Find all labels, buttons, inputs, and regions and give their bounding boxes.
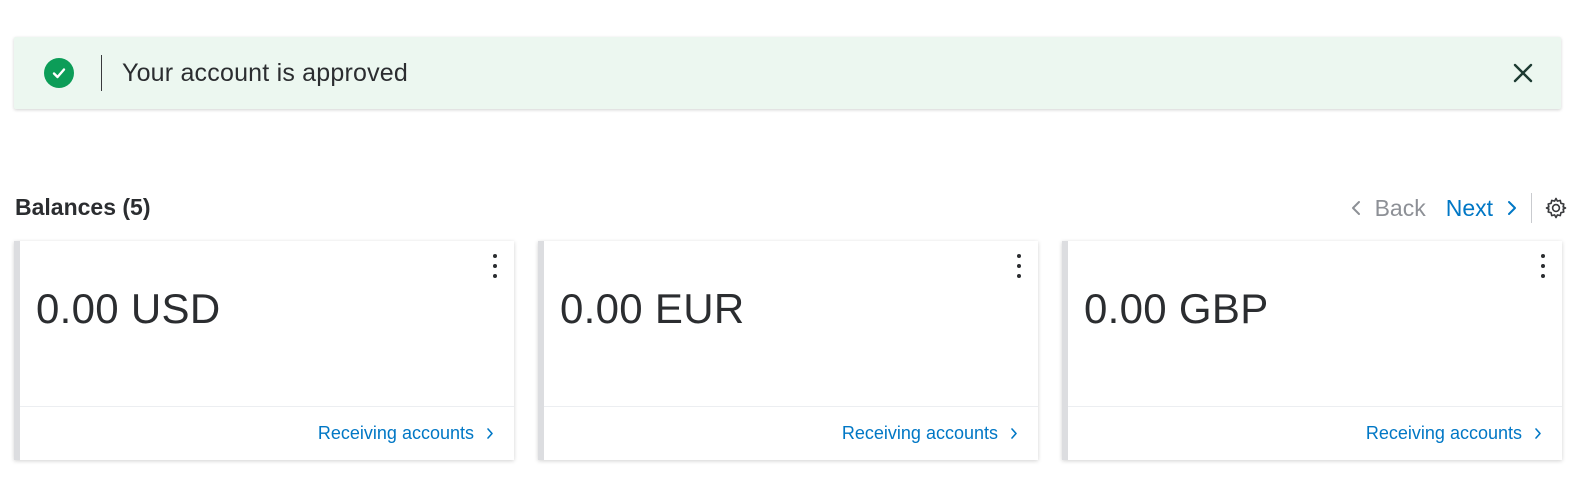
kebab-dot (493, 274, 497, 278)
balances-title: Balances (5) (15, 194, 151, 220)
chevron-right-icon (1508, 201, 1516, 215)
receiving-accounts-label: Receiving accounts (317, 423, 474, 443)
back-label: Back (1374, 194, 1426, 221)
kebab-dot (493, 254, 497, 258)
balance-card-eur: 0.00 EUR Receiving accounts (538, 241, 1038, 460)
chevron-right-icon (487, 428, 493, 439)
chevron-right-icon (1535, 428, 1541, 439)
page: Your account is approved Balances (5) Ba… (0, 0, 1576, 483)
kebab-dot (1017, 274, 1021, 278)
settings-button[interactable] (1542, 194, 1570, 222)
balances-pager: Back Next (1351, 190, 1576, 226)
balance-amount: 0.00 GBP (1084, 285, 1269, 332)
card-menu-button[interactable] (486, 251, 504, 281)
balance-card-gbp: 0.00 GBP Receiving accounts (1062, 241, 1562, 460)
balances-header: Balances (5) Back Next (15, 190, 1576, 226)
receiving-accounts-link[interactable]: Receiving accounts (1366, 423, 1542, 444)
receiving-accounts-label: Receiving accounts (841, 423, 998, 443)
kebab-dot (1017, 264, 1021, 268)
kebab-dot (1017, 254, 1021, 258)
receiving-accounts-link[interactable]: Receiving accounts (842, 423, 1018, 444)
kebab-dot (493, 264, 497, 268)
card-footer: Receiving accounts (544, 406, 1038, 460)
card-footer: Receiving accounts (20, 406, 514, 460)
balance-card-usd: 0.00 USD Receiving accounts (14, 241, 514, 460)
receiving-accounts-link[interactable]: Receiving accounts (318, 423, 494, 444)
success-banner: Your account is approved (14, 37, 1561, 109)
next-button[interactable]: Next (1446, 195, 1517, 222)
pager-divider (1531, 193, 1532, 223)
kebab-dot (1541, 264, 1545, 268)
balance-amount: 0.00 USD (36, 285, 221, 332)
back-button[interactable]: Back (1351, 195, 1426, 222)
close-icon (1513, 63, 1533, 83)
balance-amount: 0.00 EUR (560, 285, 745, 332)
banner-message: Your account is approved (122, 58, 409, 87)
card-menu-button[interactable] (1534, 251, 1552, 281)
gear-icon (1545, 197, 1567, 219)
kebab-dot (1541, 274, 1545, 278)
close-banner-button[interactable] (1505, 55, 1541, 91)
card-menu-button[interactable] (1010, 251, 1028, 281)
chevron-left-icon (1351, 201, 1360, 215)
receiving-accounts-label: Receiving accounts (1365, 423, 1522, 443)
check-circle-icon (44, 58, 74, 88)
chevron-right-icon (1011, 428, 1017, 439)
card-footer: Receiving accounts (1068, 406, 1562, 460)
next-label: Next (1445, 194, 1493, 221)
kebab-dot (1541, 254, 1545, 258)
banner-divider (101, 55, 102, 91)
